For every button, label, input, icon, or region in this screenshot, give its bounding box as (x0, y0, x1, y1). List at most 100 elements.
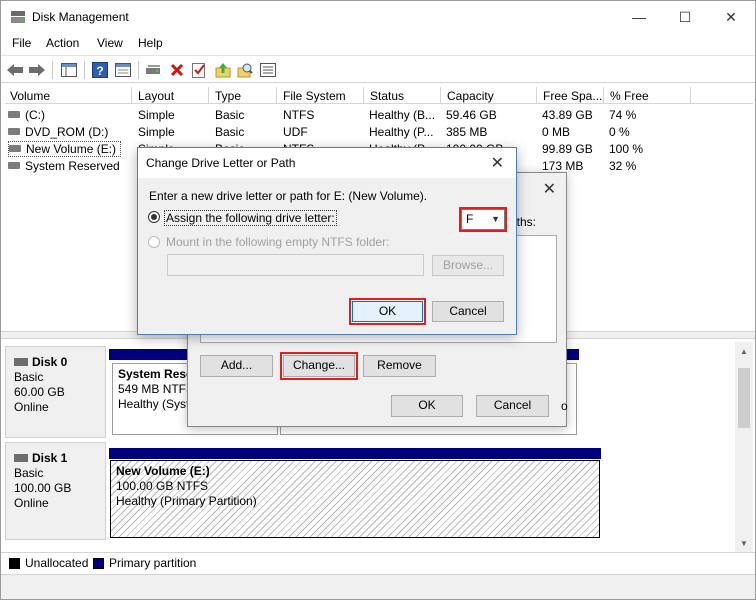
volume-capacity: 385 MB (446, 125, 488, 139)
disk-status: Online (14, 496, 49, 510)
mount-folder-radio[interactable] (148, 236, 160, 248)
cut-off-text: o (561, 399, 568, 413)
connect-drive-icon[interactable] (144, 60, 164, 80)
drive-icon (9, 145, 21, 152)
volume-layout: Simple (138, 125, 175, 139)
col-file-system[interactable]: File System (278, 87, 364, 104)
col-type[interactable]: Type (210, 87, 277, 104)
menu-action[interactable]: Action (46, 36, 79, 50)
console-tree-icon[interactable] (59, 60, 79, 80)
add-button[interactable]: Add... (200, 355, 273, 377)
volume-pct-free: 0 % (609, 125, 630, 139)
volume-list-header: Volume Layout Type File System Status Ca… (5, 87, 753, 104)
forward-arrow-icon[interactable] (27, 60, 47, 80)
col-status[interactable]: Status (365, 87, 441, 104)
partition-new-volume-e[interactable]: New Volume (E:) 100.00 GB NTFS Healthy (… (110, 460, 600, 538)
unallocated-swatch (9, 558, 20, 569)
primary-partition-swatch (93, 558, 104, 569)
back-arrow-icon[interactable] (5, 60, 25, 80)
volume-free: 99.89 GB (542, 142, 593, 156)
paths-ok-button[interactable]: OK (391, 395, 463, 417)
disk-icon (14, 454, 28, 462)
partition-bar (109, 448, 601, 459)
legend-primary: Primary partition (109, 556, 197, 570)
search-icon[interactable] (235, 60, 255, 80)
menu-file[interactable]: File (12, 36, 31, 50)
disk-map-scrollbar[interactable]: ▲ ▼ (735, 342, 753, 552)
checklist-icon[interactable] (189, 60, 209, 80)
disk-name: Disk 1 (32, 451, 68, 465)
svg-text:?: ? (96, 64, 103, 78)
volume-name: (C:) (25, 108, 45, 122)
cancel-button[interactable]: Cancel (432, 301, 504, 322)
drive-icon (8, 162, 20, 169)
status-bar (1, 574, 755, 599)
volume-type: Basic (215, 108, 245, 122)
scroll-up-icon[interactable]: ▲ (738, 345, 750, 357)
scroll-thumb[interactable] (738, 368, 750, 428)
drive-letter-select[interactable]: F ▼ (459, 207, 507, 232)
toolbar: ? (1, 55, 755, 83)
close-button[interactable]: ✕ (708, 1, 754, 33)
list-view-icon[interactable] (258, 60, 278, 80)
col-capacity[interactable]: Capacity (442, 87, 537, 104)
partition-name: New Volume (E:) (116, 464, 210, 478)
delete-icon[interactable] (167, 60, 187, 80)
maximize-icon: ☐ (678, 8, 692, 25)
change-button[interactable]: Change... (280, 352, 358, 380)
browse-button[interactable]: Browse... (432, 255, 504, 276)
menu-help[interactable]: Help (138, 36, 163, 50)
table-row[interactable]: DVD_ROM (D:) Simple Basic UDF Healthy (P… (5, 124, 753, 141)
disk-1-label[interactable]: Disk 1 Basic 100.00 GB Online (5, 442, 106, 540)
close-icon[interactable]: ✕ (543, 179, 556, 199)
mount-path-input[interactable] (167, 254, 424, 276)
disk-status: Online (14, 400, 49, 414)
disk-type: Basic (14, 370, 44, 384)
title-bar: Disk Management — ☐ ✕ (1, 1, 755, 33)
remove-button[interactable]: Remove (363, 355, 436, 377)
volume-layout: Simple (138, 108, 175, 122)
volume-free: 0 MB (542, 125, 571, 139)
help-icon[interactable]: ? (90, 60, 110, 80)
col-layout[interactable]: Layout (133, 87, 209, 104)
partition-detail: 100.00 GB NTFS (116, 479, 209, 493)
paths-cancel-button[interactable]: Cancel (476, 395, 549, 417)
import-icon[interactable] (213, 60, 233, 80)
change-drive-letter-dialog: Change Drive Letter or Path ✕ Enter a ne… (137, 147, 517, 335)
dialog-title-bar: Change Drive Letter or Path ✕ (138, 148, 516, 178)
scroll-down-icon[interactable]: ▼ (738, 537, 750, 549)
close-icon[interactable]: ✕ (491, 153, 504, 173)
window-title: Disk Management (32, 10, 129, 24)
volume-fs: NTFS (283, 108, 315, 122)
col-percent-free[interactable]: % Free (605, 87, 691, 104)
drive-icon (8, 128, 20, 135)
volume-name: New Volume (E:) (26, 142, 117, 156)
assign-letter-label[interactable]: Assign the following drive letter: (164, 210, 337, 226)
table-row[interactable]: (C:) Simple Basic NTFS Healthy (B... 59.… (5, 107, 753, 124)
drive-icon (8, 111, 20, 118)
drive-letter-value: F (466, 212, 474, 226)
dialog-title: Change Drive Letter or Path (146, 156, 296, 170)
menu-view[interactable]: View (97, 36, 123, 50)
disk-management-app-icon (11, 11, 25, 23)
properties-icon[interactable] (113, 60, 133, 80)
volume-capacity: 59.46 GB (446, 108, 497, 122)
ok-button[interactable]: OK (349, 298, 426, 325)
assign-letter-radio[interactable] (148, 211, 160, 223)
legend: Unallocated Primary partition (1, 552, 755, 574)
volume-fs: UDF (283, 125, 308, 139)
volume-free: 43.89 GB (542, 108, 593, 122)
volume-pct-free: 100 % (609, 142, 644, 156)
volume-free: 173 MB (542, 159, 584, 173)
volume-name: DVD_ROM (D:) (25, 125, 109, 139)
volume-pct-free: 32 % (609, 159, 637, 173)
volume-status: Healthy (P... (369, 125, 434, 139)
dialog-prompt: Enter a new drive letter or path for E: … (149, 189, 428, 203)
col-free-space[interactable]: Free Spa... (538, 87, 604, 104)
maximize-button[interactable]: ☐ (662, 1, 708, 33)
disk-size: 100.00 GB (14, 481, 72, 495)
disk-0-label[interactable]: Disk 0 Basic 60.00 GB Online (5, 346, 106, 438)
col-volume[interactable]: Volume (5, 87, 132, 104)
partition-status: Healthy (Primary Partition) (116, 494, 257, 508)
minimize-button[interactable]: — (616, 1, 662, 33)
